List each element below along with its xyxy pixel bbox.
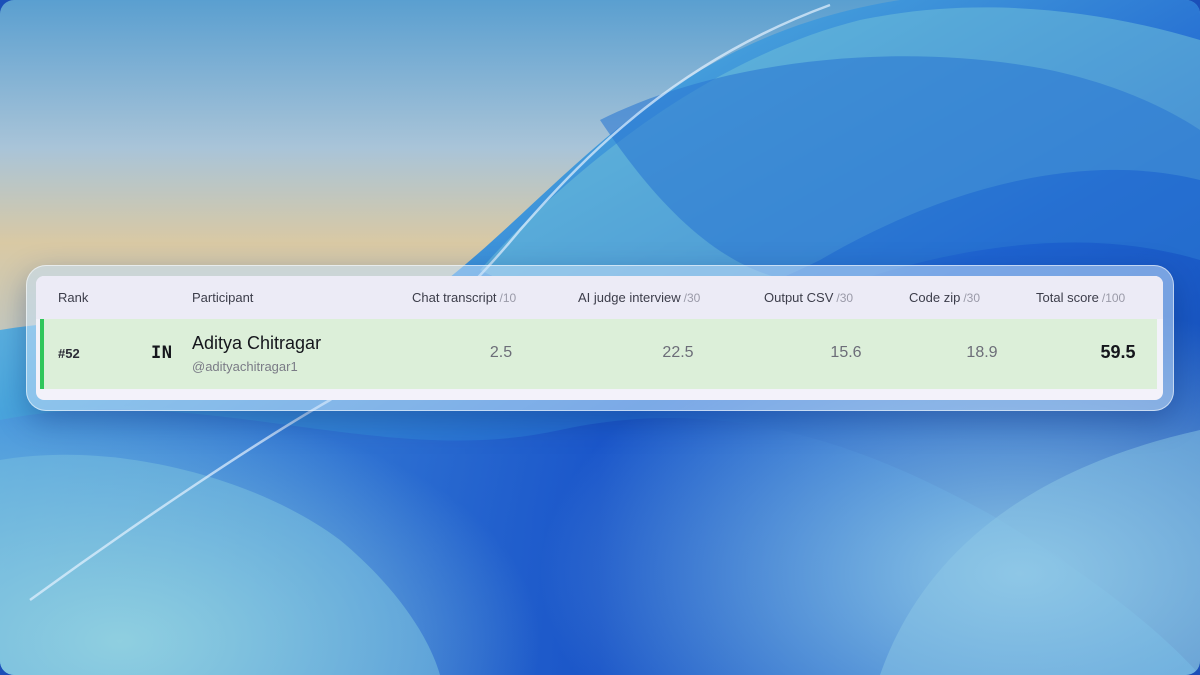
leaderboard-table: Rank Participant Chat transcript/10 AI j…: [36, 276, 1163, 400]
ai-judge-interview-score: 22.5: [662, 344, 694, 361]
column-label: Rank: [58, 290, 89, 305]
output-csv-score: 15.6: [830, 344, 862, 361]
column-label: Chat transcript: [412, 290, 497, 305]
column-header-ai-judge-interview[interactable]: AI judge interview/30: [578, 276, 700, 319]
table-row[interactable]: #52 IN Aditya Chitragar @adityachitragar…: [40, 319, 1157, 389]
column-label: Output CSV: [764, 290, 834, 305]
total-score: 59.5: [1100, 342, 1136, 362]
column-label: Participant: [192, 290, 254, 305]
column-header-code-zip[interactable]: Code zip/30: [909, 276, 980, 319]
highlight-accent-bar: [40, 319, 44, 389]
column-header-total-score[interactable]: Total score/100: [1036, 276, 1125, 319]
column-header-participant[interactable]: Participant: [192, 276, 253, 319]
leaderboard-card: Rank Participant Chat transcript/10 AI j…: [26, 265, 1174, 411]
column-max: /100: [1101, 291, 1126, 305]
participant-name[interactable]: Aditya Chitragar: [192, 333, 321, 354]
country-code: IN: [151, 343, 173, 363]
rank-value: #52: [58, 346, 80, 361]
column-label: AI judge interview: [578, 290, 681, 305]
column-label: Code zip: [909, 290, 961, 305]
participant-handle[interactable]: @adityachitragar1: [192, 359, 298, 374]
column-header-rank[interactable]: Rank: [58, 276, 88, 319]
column-max: /30: [963, 291, 980, 305]
column-header-output-csv[interactable]: Output CSV/30: [764, 276, 853, 319]
column-header-chat-transcript[interactable]: Chat transcript/10: [412, 276, 516, 319]
column-label: Total score: [1036, 290, 1099, 305]
column-max: /10: [499, 291, 517, 305]
column-max: /30: [836, 291, 854, 305]
code-zip-score: 18.9: [966, 344, 998, 361]
table-header: Rank Participant Chat transcript/10 AI j…: [36, 276, 1163, 319]
column-max: /30: [683, 291, 701, 305]
chat-transcript-score: 2.5: [489, 344, 513, 361]
